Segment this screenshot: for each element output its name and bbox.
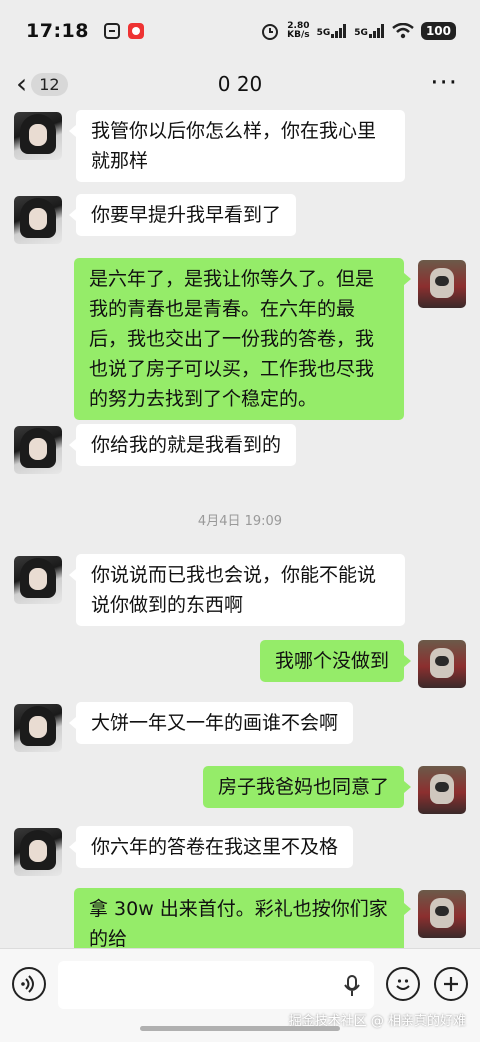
status-bar: 17:18 2.80 KB/s 5G 5G 100 [0,0,480,62]
message-bubble-incoming[interactable]: 大饼一年又一年的画谁不会啊 [68,702,354,744]
home-indicator[interactable] [140,1026,340,1031]
message-bubble-incoming[interactable]: 你要早提升我早看到了 [68,194,297,236]
back-button[interactable]: ‹ 12 [16,70,68,98]
my-avatar[interactable] [418,766,466,814]
contact-avatar[interactable] [14,556,62,604]
message-bubble-incoming[interactable]: 你给我的就是我看到的 [68,424,297,466]
status-time: 17:18 [26,20,89,42]
message-bubble-incoming[interactable]: 你六年的答卷在我这里不及格 [68,826,354,868]
message-bubble-incoming[interactable]: 我管你以后你怎么样，你在我心里就那样 [69,110,405,182]
plus-icon[interactable] [434,967,468,1001]
message-bubble-outgoing[interactable]: 房子我爸妈也同意了 [202,766,412,808]
signal-bars-icon [368,24,384,38]
message-bubble-outgoing[interactable]: 拿 30w 出来首付。彩礼也按你们家的给 [74,888,411,948]
network-speed: 2.80 KB/s [287,21,310,40]
message-bubble-outgoing[interactable]: 是六年了，是我让你等久了。但是我的青春也是青春。在六年的最后，我也交出了一份我的… [74,258,411,420]
contact-avatar[interactable] [14,112,62,160]
mic-icon[interactable] [344,975,360,1002]
contact-avatar[interactable] [14,704,62,752]
chat-header: ‹ 12 0 20 ··· [0,62,480,110]
alarm-icon [262,24,279,40]
message-input[interactable] [58,961,374,1009]
contact-avatar[interactable] [14,426,62,474]
contact-avatar[interactable] [14,196,62,244]
status-right-icons: 2.80 KB/s 5G 5G 100 [260,21,456,41]
signal-bars-icon [331,24,347,38]
message-timestamp: 4月4日 19:09 [197,514,283,529]
more-dots-icon[interactable]: ··· [430,68,458,98]
app-notification-icon [127,23,144,39]
voice-icon[interactable] [12,967,46,1001]
message-bubble-outgoing[interactable]: 我哪个没做到 [259,640,412,682]
contact-avatar[interactable] [14,828,62,876]
my-avatar[interactable] [418,260,466,308]
status-notification-icons [103,22,145,40]
chat-message-list[interactable]: 我管你以后你怎么样，你在我心里就那样 你要早提升我早看到了 是六年了，是我让你等… [0,110,480,948]
emoji-icon[interactable] [386,967,420,1001]
nfc-icon [103,23,120,39]
my-avatar[interactable] [418,640,466,688]
my-avatar[interactable] [418,890,466,938]
battery-indicator: 100 [420,22,456,40]
chat-title: 0 20 [217,72,263,96]
signal-5g-1: 5G [317,24,348,38]
unread-count-badge: 12 [31,72,68,96]
chevron-left-icon: ‹ [16,67,28,100]
signal-5g-2: 5G [354,24,385,38]
message-bubble-incoming[interactable]: 你说说而已我也会说，你能不能说说你做到的东西啊 [69,554,405,626]
wifi-icon [392,23,414,39]
